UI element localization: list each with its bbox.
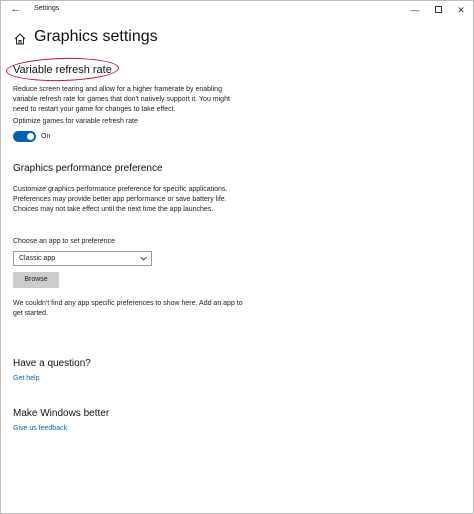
minimize-button[interactable]: — <box>406 2 424 18</box>
graphics-performance-heading: Graphics performance preference <box>13 163 163 174</box>
app-type-dropdown[interactable]: Classic app <box>13 251 152 266</box>
browse-button[interactable]: Browse <box>13 272 59 288</box>
title-bar: ← Settings — ✕ <box>2 2 474 18</box>
page-title: Graphics settings <box>34 28 158 45</box>
chevron-down-icon <box>140 256 147 261</box>
no-preferences-message: We couldn't find any app specific prefer… <box>13 300 243 317</box>
give-feedback-link[interactable]: Give us feedback <box>13 425 67 432</box>
annotation-circle <box>5 56 120 83</box>
browse-button-label: Browse <box>24 276 48 283</box>
question-heading: Have a question? <box>13 358 91 369</box>
back-arrow-icon[interactable]: ← <box>9 3 23 16</box>
window-title: Settings <box>34 5 60 12</box>
vrr-toggle-switch[interactable] <box>13 131 36 142</box>
make-windows-better-heading: Make Windows better <box>13 408 110 419</box>
settings-window: ← Settings — ✕ Graphics settings Variabl… <box>0 0 474 514</box>
get-help-link[interactable]: Get help <box>13 375 39 382</box>
maximize-button[interactable] <box>429 2 447 18</box>
variable-refresh-rate-description: Reduce screen tearing and allow for a hi… <box>13 86 230 113</box>
toggle-knob <box>27 133 34 140</box>
choose-app-label: Choose an app to set preference <box>13 238 115 245</box>
close-button[interactable]: ✕ <box>452 2 470 18</box>
vrr-toggle-label: Optimize games for variable refresh rate <box>13 118 138 125</box>
vrr-toggle-state: On <box>41 133 51 140</box>
maximize-icon <box>434 6 442 14</box>
graphics-performance-description: Customize graphics performance preferenc… <box>13 186 228 213</box>
dropdown-selected-value: Classic app <box>19 255 56 262</box>
home-icon[interactable] <box>13 32 27 46</box>
